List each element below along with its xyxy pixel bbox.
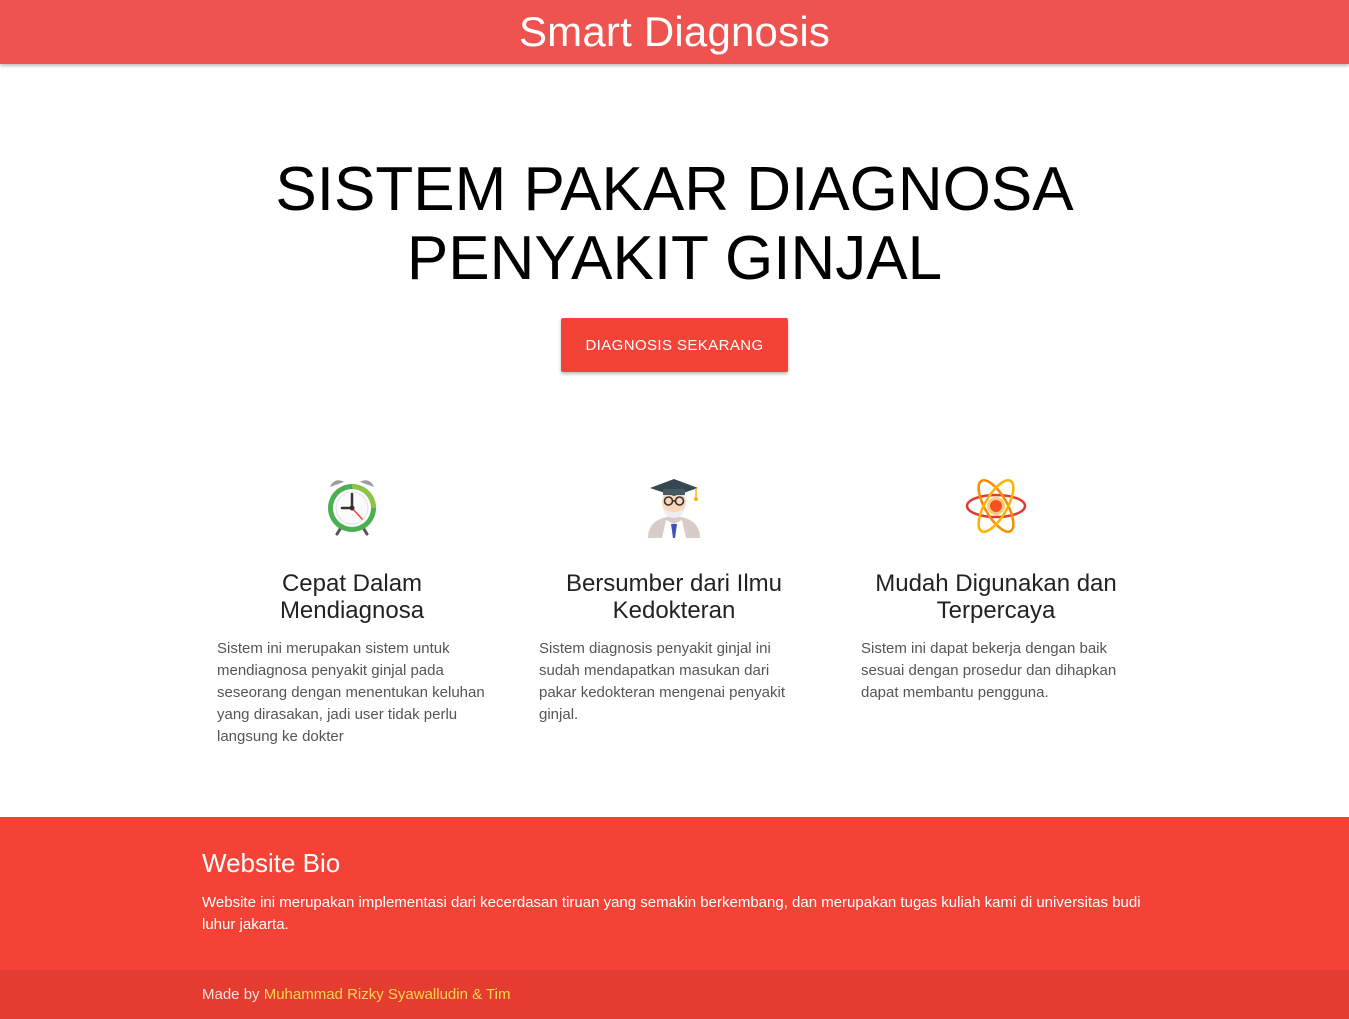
copyright-text: Made by Muhammad Rizky Syawalludin & Tim bbox=[202, 986, 510, 1004]
feature-description: Sistem ini merupakan sistem untuk mendia… bbox=[217, 640, 485, 745]
footer-bio: Website Bio Website ini merupakan implem… bbox=[202, 848, 1152, 936]
alarm-clock-icon bbox=[328, 480, 376, 536]
feature-fast-diagnosis: Cepat Dalam Mendiagnosa Sistem ini merup… bbox=[217, 474, 487, 748]
navbar: Smart Diagnosis bbox=[0, 0, 1349, 64]
feature-easy-trusted: Mudah Digunakan dan Terpercaya Sistem in… bbox=[861, 474, 1131, 704]
made-by-label: Made by bbox=[202, 986, 264, 1003]
hero-title: SISTEM PAKAR DIAGNOSA PENYAKIT GINJAL bbox=[0, 155, 1349, 293]
footer-description: Website ini merupakan implementasi dari … bbox=[202, 894, 1141, 933]
footer-title: Website Bio bbox=[202, 848, 341, 878]
atom-icon bbox=[965, 479, 1027, 533]
feature-description: Sistem ini dapat bekerja dengan baik ses… bbox=[861, 640, 1117, 701]
hero-title-line-2: PENYAKIT GINJAL bbox=[406, 224, 943, 293]
footer-copyright: Made by Muhammad Rizky Syawalludin & Tim bbox=[0, 970, 1349, 1019]
feature-title: Mudah Digunakan dan Terpercaya bbox=[875, 570, 1117, 624]
feature-medical-knowledge: Bersumber dari Ilmu Kedokteran Sistem di… bbox=[539, 474, 809, 726]
diagnosis-now-button[interactable]: DIAGNOSIS SEKARANG bbox=[561, 318, 788, 372]
professor-icon bbox=[648, 479, 700, 538]
hero-section: SISTEM PAKAR DIAGNOSA PENYAKIT GINJAL DI… bbox=[0, 64, 1349, 817]
hero-title-line-1: SISTEM PAKAR DIAGNOSA bbox=[275, 155, 1074, 224]
feature-description: Sistem diagnosis penyakit ginjal ini sud… bbox=[539, 640, 785, 723]
page-footer: Website Bio Website ini merupakan implem… bbox=[0, 817, 1349, 1019]
feature-title: Bersumber dari Ilmu Kedokteran bbox=[565, 570, 783, 624]
author-link[interactable]: Muhammad Rizky Syawalludin & Tim bbox=[264, 986, 511, 1003]
feature-title: Cepat Dalam Mendiagnosa bbox=[279, 570, 425, 624]
brand-logo[interactable]: Smart Diagnosis bbox=[519, 0, 830, 64]
